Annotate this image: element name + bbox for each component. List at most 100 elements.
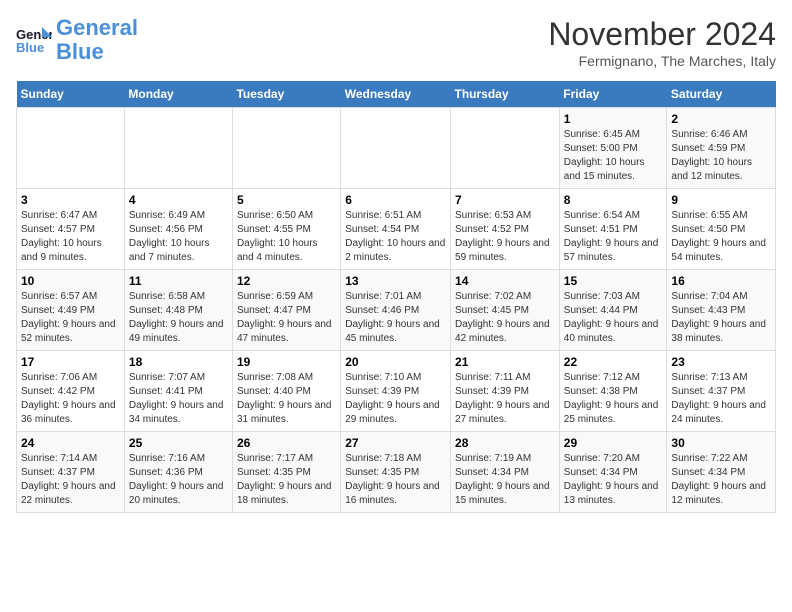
day-number: 17 bbox=[21, 355, 120, 369]
day-number: 28 bbox=[455, 436, 555, 450]
day-cell: 2 Sunrise: 6:46 AMSunset: 4:59 PMDaylight… bbox=[667, 108, 776, 189]
day-cell: 27 Sunrise: 7:18 AMSunset: 4:35 PMDayligh… bbox=[341, 432, 451, 513]
day-number: 6 bbox=[345, 193, 446, 207]
day-info: Sunrise: 6:50 AMSunset: 4:55 PMDaylight:… bbox=[237, 209, 336, 265]
day-number: 2 bbox=[671, 112, 771, 126]
day-info: Sunrise: 6:54 AMSunset: 4:51 PMDaylight:… bbox=[564, 209, 663, 265]
day-number: 10 bbox=[21, 274, 120, 288]
day-info: Sunrise: 7:04 AMSunset: 4:43 PMDaylight:… bbox=[671, 290, 771, 346]
week-row-3: 10 Sunrise: 6:57 AMSunset: 4:49 PMDayligh… bbox=[17, 270, 776, 351]
day-info: Sunrise: 7:20 AMSunset: 4:34 PMDaylight:… bbox=[564, 452, 663, 508]
day-number: 21 bbox=[455, 355, 555, 369]
day-cell bbox=[124, 108, 232, 189]
day-number: 9 bbox=[671, 193, 771, 207]
day-number: 5 bbox=[237, 193, 336, 207]
subtitle: Fermignano, The Marches, Italy bbox=[548, 53, 776, 69]
day-cell: 19Sunrise: 7:08 AMSunset: 4:40 PMDayligh… bbox=[232, 351, 340, 432]
day-cell: 21 Sunrise: 7:11 AMSunset: 4:39 PMDayligh… bbox=[451, 351, 560, 432]
day-cell bbox=[232, 108, 340, 189]
svg-text:Blue: Blue bbox=[16, 40, 44, 55]
day-number: 3 bbox=[21, 193, 120, 207]
day-info: Sunrise: 7:17 AMSunset: 4:35 PMDaylight:… bbox=[237, 452, 336, 508]
day-cell: 12 Sunrise: 6:59 AMSunset: 4:47 PMDayligh… bbox=[232, 270, 340, 351]
day-number: 27 bbox=[345, 436, 446, 450]
day-number: 14 bbox=[455, 274, 555, 288]
day-cell: 16Sunrise: 7:04 AMSunset: 4:43 PMDayligh… bbox=[667, 270, 776, 351]
day-cell: 29 Sunrise: 7:20 AMSunset: 4:34 PMDayligh… bbox=[559, 432, 667, 513]
day-number: 29 bbox=[564, 436, 663, 450]
day-info: Sunrise: 7:01 AMSunset: 4:46 PMDaylight:… bbox=[345, 290, 446, 346]
day-number: 13 bbox=[345, 274, 446, 288]
week-row-4: 17 Sunrise: 7:06 AMSunset: 4:42 PMDayligh… bbox=[17, 351, 776, 432]
header-row: SundayMondayTuesdayWednesdayThursdayFrid… bbox=[17, 81, 776, 108]
month-title: November 2024 bbox=[548, 16, 776, 53]
day-info: Sunrise: 7:14 AMSunset: 4:37 PMDaylight:… bbox=[21, 452, 120, 508]
day-cell: 18Sunrise: 7:07 AMSunset: 4:41 PMDayligh… bbox=[124, 351, 232, 432]
day-number: 19 bbox=[237, 355, 336, 369]
day-number: 25 bbox=[129, 436, 228, 450]
day-info: Sunrise: 6:58 AMSunset: 4:48 PMDaylight:… bbox=[129, 290, 228, 346]
day-cell: 25 Sunrise: 7:16 AMSunset: 4:36 PMDayligh… bbox=[124, 432, 232, 513]
day-cell: 17 Sunrise: 7:06 AMSunset: 4:42 PMDayligh… bbox=[17, 351, 125, 432]
day-info: Sunrise: 6:57 AMSunset: 4:49 PMDaylight:… bbox=[21, 290, 120, 346]
day-info: Sunrise: 6:59 AMSunset: 4:47 PMDaylight:… bbox=[237, 290, 336, 346]
header-cell-thursday: Thursday bbox=[451, 81, 560, 108]
day-info: Sunrise: 6:45 AMSunset: 5:00 PMDaylight:… bbox=[564, 128, 663, 184]
logo: General Blue General Blue bbox=[16, 16, 138, 64]
day-cell bbox=[341, 108, 451, 189]
day-cell: 6 Sunrise: 6:51 AMSunset: 4:54 PMDaylight… bbox=[341, 189, 451, 270]
logo-text: General Blue bbox=[56, 16, 138, 64]
day-info: Sunrise: 6:53 AMSunset: 4:52 PMDaylight:… bbox=[455, 209, 555, 265]
day-number: 22 bbox=[564, 355, 663, 369]
day-info: Sunrise: 7:18 AMSunset: 4:35 PMDaylight:… bbox=[345, 452, 446, 508]
day-info: Sunrise: 7:16 AMSunset: 4:36 PMDaylight:… bbox=[129, 452, 228, 508]
day-number: 30 bbox=[671, 436, 771, 450]
day-cell: 22 Sunrise: 7:12 AMSunset: 4:38 PMDayligh… bbox=[559, 351, 667, 432]
header-cell-wednesday: Wednesday bbox=[341, 81, 451, 108]
header-cell-sunday: Sunday bbox=[17, 81, 125, 108]
logo-icon: General Blue bbox=[16, 25, 52, 55]
day-info: Sunrise: 7:03 AMSunset: 4:44 PMDaylight:… bbox=[564, 290, 663, 346]
day-cell: 10 Sunrise: 6:57 AMSunset: 4:49 PMDayligh… bbox=[17, 270, 125, 351]
day-info: Sunrise: 6:47 AMSunset: 4:57 PMDaylight:… bbox=[21, 209, 120, 265]
day-cell bbox=[451, 108, 560, 189]
day-info: Sunrise: 7:02 AMSunset: 4:45 PMDaylight:… bbox=[455, 290, 555, 346]
day-cell: 5 Sunrise: 6:50 AMSunset: 4:55 PMDaylight… bbox=[232, 189, 340, 270]
day-number: 20 bbox=[345, 355, 446, 369]
day-number: 26 bbox=[237, 436, 336, 450]
logo-line2: Blue bbox=[56, 39, 104, 64]
title-area: November 2024 Fermignano, The Marches, I… bbox=[548, 16, 776, 69]
header-cell-tuesday: Tuesday bbox=[232, 81, 340, 108]
header-cell-friday: Friday bbox=[559, 81, 667, 108]
week-row-5: 24 Sunrise: 7:14 AMSunset: 4:37 PMDayligh… bbox=[17, 432, 776, 513]
day-number: 12 bbox=[237, 274, 336, 288]
header-cell-monday: Monday bbox=[124, 81, 232, 108]
day-cell: 28 Sunrise: 7:19 AMSunset: 4:34 PMDayligh… bbox=[451, 432, 560, 513]
day-cell bbox=[17, 108, 125, 189]
header-area: General Blue General Blue November 2024 … bbox=[16, 16, 776, 69]
logo-line1: General bbox=[56, 15, 138, 40]
day-number: 23 bbox=[671, 355, 771, 369]
day-cell: 26 Sunrise: 7:17 AMSunset: 4:35 PMDayligh… bbox=[232, 432, 340, 513]
calendar-table: SundayMondayTuesdayWednesdayThursdayFrid… bbox=[16, 81, 776, 513]
day-number: 11 bbox=[129, 274, 228, 288]
day-cell: 8 Sunrise: 6:54 AMSunset: 4:51 PMDaylight… bbox=[559, 189, 667, 270]
header-cell-saturday: Saturday bbox=[667, 81, 776, 108]
day-info: Sunrise: 6:51 AMSunset: 4:54 PMDaylight:… bbox=[345, 209, 446, 265]
day-number: 4 bbox=[129, 193, 228, 207]
day-info: Sunrise: 7:11 AMSunset: 4:39 PMDaylight:… bbox=[455, 371, 555, 427]
day-number: 24 bbox=[21, 436, 120, 450]
day-number: 1 bbox=[564, 112, 663, 126]
day-cell: 15Sunrise: 7:03 AMSunset: 4:44 PMDayligh… bbox=[559, 270, 667, 351]
day-number: 8 bbox=[564, 193, 663, 207]
day-info: Sunrise: 6:46 AMSunset: 4:59 PMDaylight:… bbox=[671, 128, 771, 184]
day-info: Sunrise: 7:06 AMSunset: 4:42 PMDaylight:… bbox=[21, 371, 120, 427]
day-cell: 20Sunrise: 7:10 AMSunset: 4:39 PMDayligh… bbox=[341, 351, 451, 432]
day-info: Sunrise: 7:12 AMSunset: 4:38 PMDaylight:… bbox=[564, 371, 663, 427]
day-info: Sunrise: 7:19 AMSunset: 4:34 PMDaylight:… bbox=[455, 452, 555, 508]
day-info: Sunrise: 6:49 AMSunset: 4:56 PMDaylight:… bbox=[129, 209, 228, 265]
day-info: Sunrise: 7:07 AMSunset: 4:41 PMDaylight:… bbox=[129, 371, 228, 427]
day-cell: 13 Sunrise: 7:01 AMSunset: 4:46 PMDayligh… bbox=[341, 270, 451, 351]
day-info: Sunrise: 7:22 AMSunset: 4:34 PMDaylight:… bbox=[671, 452, 771, 508]
day-cell: 23Sunrise: 7:13 AMSunset: 4:37 PMDayligh… bbox=[667, 351, 776, 432]
